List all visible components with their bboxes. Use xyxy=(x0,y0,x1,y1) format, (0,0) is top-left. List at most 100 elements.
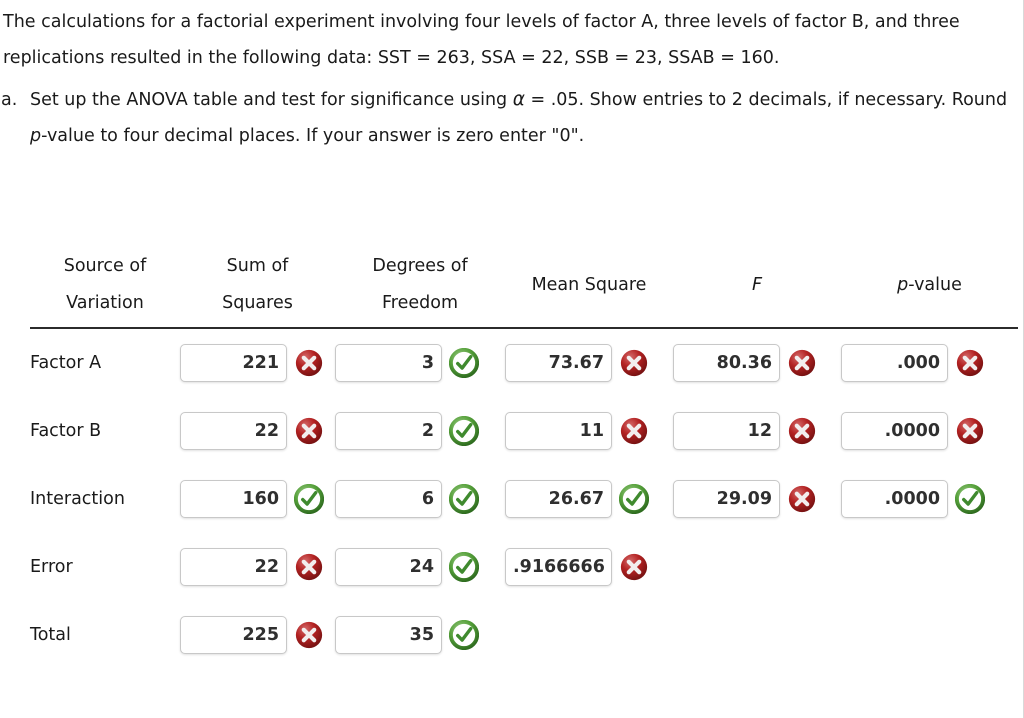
answer-cell xyxy=(673,465,841,533)
anova-table-body: Factor A Factor B Interaction Error Total xyxy=(30,328,1018,669)
red-x-circle-icon xyxy=(788,349,816,377)
header-sum-of-squares: Sum of Squares xyxy=(180,248,335,326)
green-check-circle-icon xyxy=(294,484,324,514)
header-p-value: p-value xyxy=(841,248,1018,326)
answer-field-group xyxy=(180,344,324,382)
red-x-circle-icon xyxy=(620,553,648,581)
answer-input[interactable] xyxy=(841,412,948,450)
answer-field-group xyxy=(180,412,324,450)
answer-input[interactable] xyxy=(673,344,780,382)
answer-cell xyxy=(335,465,505,533)
answer-cell xyxy=(180,601,335,669)
anova-table-container: Source of Variation Sum of Squares Degre… xyxy=(30,248,1018,669)
question-marker: a. xyxy=(1,90,18,110)
answer-field-group xyxy=(180,616,324,654)
green-check-circle-icon xyxy=(955,484,985,514)
answer-input[interactable] xyxy=(841,480,948,518)
answer-input[interactable] xyxy=(180,344,287,382)
italic-p-label: p xyxy=(30,126,42,146)
red-x-circle-icon xyxy=(956,349,984,377)
answer-cell xyxy=(841,397,1018,465)
header-ss-line2: Squares xyxy=(222,293,293,313)
anova-header-row: Source of Variation Sum of Squares Degre… xyxy=(30,248,1018,326)
answer-field-group xyxy=(505,412,649,450)
answer-field-group xyxy=(505,344,649,382)
header-p-italic-p: p xyxy=(897,274,909,295)
header-degrees-of-freedom: Degrees of Freedom xyxy=(335,248,505,326)
red-x-circle-icon xyxy=(788,417,816,445)
table-row: Factor A xyxy=(30,328,1018,397)
answer-cell xyxy=(673,328,841,397)
answer-input[interactable] xyxy=(180,480,287,518)
answer-input[interactable] xyxy=(180,412,287,450)
green-check-circle-icon xyxy=(449,552,479,582)
green-check-circle-icon xyxy=(449,348,479,378)
answer-input[interactable] xyxy=(505,480,612,518)
answer-cell xyxy=(673,397,841,465)
answer-cell xyxy=(673,533,841,601)
answer-field-group xyxy=(841,480,985,518)
answer-field-group xyxy=(180,548,324,586)
red-x-circle-icon xyxy=(620,417,648,445)
anova-table: Source of Variation Sum of Squares Degre… xyxy=(30,248,1018,669)
header-ss-line1: Sum of xyxy=(226,256,289,276)
answer-field-group xyxy=(841,344,985,382)
answer-cell xyxy=(335,601,505,669)
header-mean-square: Mean Square xyxy=(505,248,673,326)
answer-input[interactable] xyxy=(335,616,442,654)
row-label-interaction: Interaction xyxy=(30,489,125,509)
answer-input[interactable] xyxy=(505,548,612,586)
answer-cell xyxy=(841,601,1018,669)
header-source-line1: Source of xyxy=(63,256,147,276)
answer-input[interactable] xyxy=(180,616,287,654)
answer-cell xyxy=(180,533,335,601)
answer-input[interactable] xyxy=(335,548,442,586)
answer-input[interactable] xyxy=(335,480,442,518)
table-row: Factor B xyxy=(30,397,1018,465)
answer-cell xyxy=(335,533,505,601)
header-source-line2: Variation xyxy=(66,293,144,313)
answer-cell xyxy=(505,533,673,601)
answer-cell xyxy=(505,397,673,465)
red-x-circle-icon xyxy=(956,417,984,445)
red-x-circle-icon xyxy=(295,621,323,649)
answer-cell xyxy=(841,465,1018,533)
answer-field-group xyxy=(673,412,817,450)
question-a-text-part2: = .05. Show entries to 2 decimals, if ne… xyxy=(524,90,1008,110)
answer-cell xyxy=(673,601,841,669)
question-a-text-part1: Set up the ANOVA table and test for sign… xyxy=(30,90,513,110)
question-a-text: Set up the ANOVA table and test for sign… xyxy=(30,82,1017,154)
header-df-line2: Freedom xyxy=(382,293,458,313)
table-row: Interaction xyxy=(30,465,1018,533)
red-x-circle-icon xyxy=(620,349,648,377)
answer-input[interactable] xyxy=(180,548,287,586)
table-row: Error xyxy=(30,533,1018,601)
answer-field-group xyxy=(505,480,649,518)
table-row: Total xyxy=(30,601,1018,669)
answer-input[interactable] xyxy=(335,412,442,450)
answer-field-group xyxy=(335,616,479,654)
answer-field-group xyxy=(505,548,649,586)
red-x-circle-icon xyxy=(295,417,323,445)
green-check-circle-icon xyxy=(449,620,479,650)
row-label-error: Error xyxy=(30,557,73,577)
header-p-line1: p-value xyxy=(897,274,962,295)
answer-cell xyxy=(505,465,673,533)
red-x-circle-icon xyxy=(295,349,323,377)
answer-input[interactable] xyxy=(505,412,612,450)
header-source-of-variation: Source of Variation xyxy=(30,248,180,326)
answer-input[interactable] xyxy=(673,480,780,518)
answer-cell xyxy=(180,465,335,533)
answer-cell xyxy=(180,397,335,465)
answer-input[interactable] xyxy=(673,412,780,450)
answer-input[interactable] xyxy=(505,344,612,382)
answer-input[interactable] xyxy=(841,344,948,382)
answer-field-group xyxy=(180,480,324,518)
answer-input[interactable] xyxy=(335,344,442,382)
row-label-factor-b: Factor B xyxy=(30,421,102,441)
answer-field-group xyxy=(841,412,985,450)
problem-intro-text: The calculations for a factorial experim… xyxy=(3,12,960,68)
answer-cell xyxy=(180,328,335,397)
green-check-circle-icon xyxy=(449,484,479,514)
answer-cell xyxy=(505,328,673,397)
